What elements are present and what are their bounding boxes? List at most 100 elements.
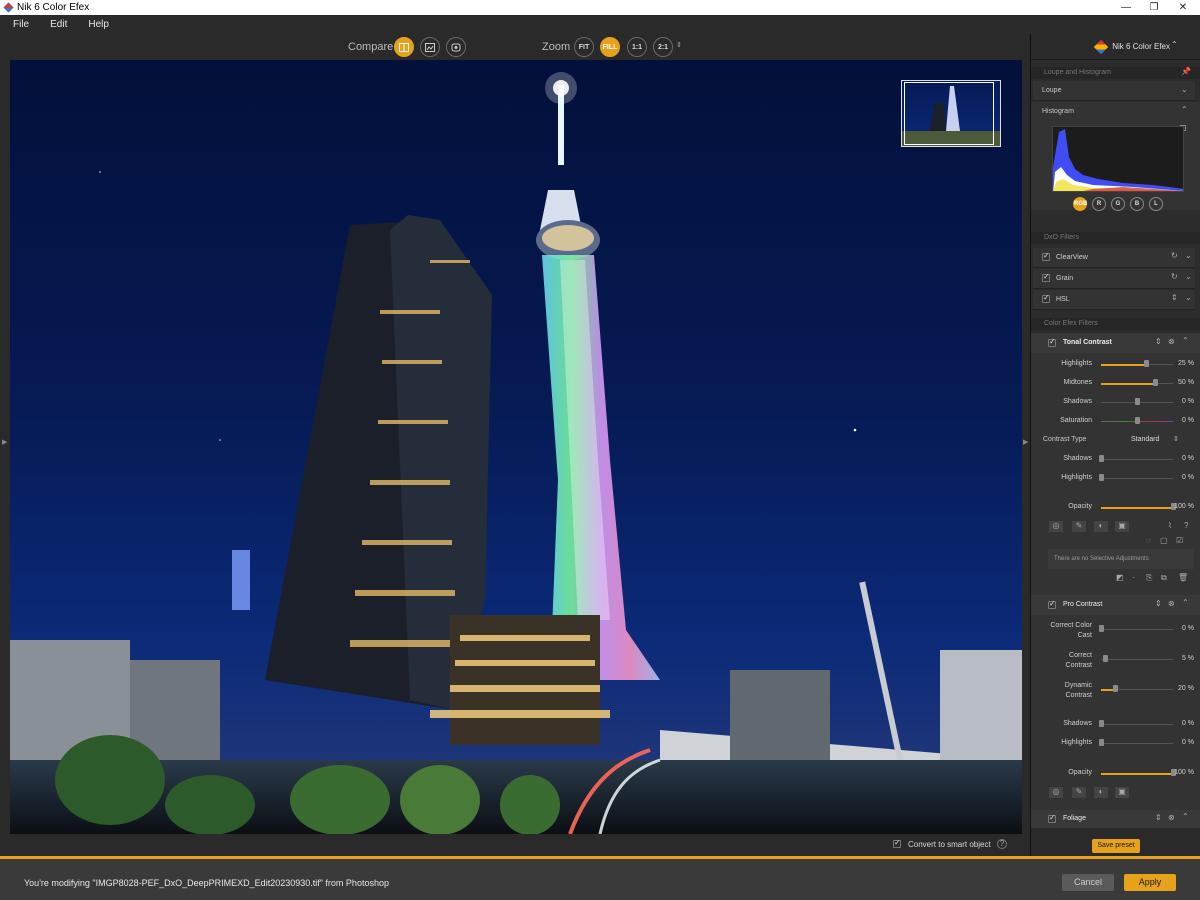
tc-shadows-slider[interactable]: Shadows 0 % bbox=[1031, 393, 1200, 412]
duplicate-icon[interactable]: ⧉ bbox=[1161, 573, 1167, 583]
save-preset-button[interactable]: Save preset bbox=[1092, 839, 1140, 853]
compare-split-icon[interactable] bbox=[394, 37, 414, 57]
foliage-checkbox[interactable] bbox=[1048, 813, 1056, 823]
mask-checkbox-icon[interactable]: ☑ bbox=[1176, 536, 1183, 545]
tc-saturation-slider[interactable]: Saturation 0 % bbox=[1031, 412, 1200, 431]
pc-highlights-slider[interactable]: Highlights 0 % bbox=[1031, 734, 1200, 753]
gradient-icon[interactable]: ◐ bbox=[1094, 787, 1108, 798]
slider-thumb[interactable] bbox=[1143, 360, 1149, 367]
menu-file[interactable]: File bbox=[13, 19, 29, 30]
chevron-down-icon[interactable]: ⌄ bbox=[1185, 293, 1192, 302]
pin-icon[interactable]: 📌 bbox=[1181, 67, 1191, 76]
chevron-up-icon[interactable]: ⌃ bbox=[1182, 336, 1189, 345]
right-collapse-bar[interactable]: ▶ bbox=[1022, 60, 1030, 834]
pro-contrast-checkbox[interactable] bbox=[1048, 599, 1056, 609]
remove-filter-icon[interactable]: ⊗ bbox=[1168, 599, 1175, 608]
tc-sub-highlights-slider[interactable]: Highlights 0 % bbox=[1031, 469, 1200, 488]
tonal-contrast-checkbox[interactable] bbox=[1048, 337, 1056, 347]
pc-shadows-slider[interactable]: Shadows 0 % bbox=[1031, 715, 1200, 734]
zoom-2-1-button[interactable]: 2:1 bbox=[653, 37, 673, 57]
filter-clearview[interactable]: ClearView ↻ ⌄ bbox=[1033, 248, 1195, 268]
tc-sub-shadows-slider[interactable]: Shadows 0 % bbox=[1031, 450, 1200, 469]
mask-icon[interactable]: ▣ bbox=[1115, 787, 1129, 798]
loupe-row[interactable]: Loupe ⌄ bbox=[1033, 81, 1195, 101]
reorder-icon[interactable]: ⇕ bbox=[1171, 293, 1178, 302]
zoom-fit-button[interactable]: FIT bbox=[574, 37, 594, 57]
filter-hsl[interactable]: HSL ⇕ ⌄ bbox=[1033, 290, 1195, 310]
slider-thumb[interactable] bbox=[1102, 655, 1108, 662]
slider-thumb[interactable] bbox=[1099, 720, 1104, 727]
close-button[interactable]: ✕ bbox=[1168, 0, 1198, 15]
reset-icon[interactable]: ↻ bbox=[1171, 251, 1178, 260]
dot-icon[interactable]: · bbox=[1132, 573, 1135, 582]
gradient-icon[interactable]: ◐ bbox=[1094, 521, 1108, 532]
reset-icon[interactable]: ↻ bbox=[1171, 272, 1178, 281]
channel-r-button[interactable]: R bbox=[1092, 197, 1106, 211]
select-arrows-icon[interactable]: ⇕ bbox=[1173, 435, 1179, 443]
channel-l-button[interactable]: L bbox=[1149, 197, 1163, 211]
mask-invert-icon[interactable]: ◩ bbox=[1116, 573, 1124, 582]
apply-button[interactable]: Apply bbox=[1124, 874, 1176, 891]
tc-midtones-slider[interactable]: Midtones 50 % bbox=[1031, 374, 1200, 393]
collapse-right-icon[interactable]: ▶ bbox=[1023, 438, 1028, 446]
slider-thumb[interactable] bbox=[1153, 379, 1158, 386]
collapse-panel-icon[interactable]: ⌃ bbox=[1171, 40, 1178, 49]
eyedropper-icon[interactable]: ⌇ bbox=[1168, 521, 1172, 530]
slider-thumb[interactable] bbox=[1099, 474, 1104, 481]
pc-dynamic-contrast-slider[interactable]: Dynamic Contrast 20 % bbox=[1031, 680, 1200, 702]
compare-side-icon[interactable] bbox=[420, 37, 440, 57]
zoom-stepper-icon[interactable]: ⇕ bbox=[676, 41, 682, 49]
tc-opacity-slider[interactable]: Opacity 100 % bbox=[1031, 498, 1200, 517]
tc-highlights-slider[interactable]: Highlights 25 % bbox=[1031, 355, 1200, 374]
slider-thumb[interactable] bbox=[1135, 417, 1140, 424]
reorder-icon[interactable]: ⇕ bbox=[1155, 599, 1162, 608]
brush-icon[interactable]: ✎ bbox=[1072, 521, 1086, 532]
cancel-button[interactable]: Cancel bbox=[1062, 874, 1114, 891]
navigator-thumbnail[interactable] bbox=[901, 80, 1001, 147]
image-preview[interactable] bbox=[10, 60, 1022, 834]
trash-icon[interactable]: 🗑 bbox=[1178, 573, 1188, 582]
chevron-up-icon[interactable]: ⌃ bbox=[1182, 598, 1189, 607]
slider-thumb[interactable] bbox=[1099, 455, 1104, 462]
pc-opacity-slider[interactable]: Opacity 100 % bbox=[1031, 764, 1200, 783]
filter-grain[interactable]: Grain ↻ ⌄ bbox=[1033, 269, 1195, 289]
zoom-1-1-button[interactable]: 1:1 bbox=[627, 37, 647, 57]
expand-left-icon[interactable]: ▶ bbox=[2, 438, 7, 446]
zoom-fill-button[interactable]: FILL bbox=[600, 37, 620, 57]
hsl-checkbox[interactable] bbox=[1042, 293, 1050, 303]
mask-icon[interactable]: ▣ bbox=[1115, 521, 1129, 532]
pc-correct-contrast-slider[interactable]: Correct Contrast 5 % bbox=[1031, 650, 1200, 672]
slider-thumb[interactable] bbox=[1099, 625, 1104, 632]
slider-thumb[interactable] bbox=[1099, 739, 1104, 746]
chevron-down-icon[interactable]: ⌄ bbox=[1185, 251, 1192, 260]
menu-edit[interactable]: Edit bbox=[50, 19, 67, 30]
minimize-button[interactable]: — bbox=[1111, 0, 1141, 15]
slider-thumb[interactable] bbox=[1135, 398, 1140, 405]
help-icon[interactable]: ? bbox=[997, 839, 1007, 849]
copy-icon[interactable]: ⎘ bbox=[1146, 573, 1152, 583]
contrast-type-select[interactable]: Standard bbox=[1131, 436, 1159, 443]
pc-correct-color-cast-slider[interactable]: Correct Color Cast 0 % bbox=[1031, 620, 1200, 642]
menu-help[interactable]: Help bbox=[88, 19, 109, 30]
tonal-contrast-header[interactable]: Tonal Contrast ⇕ ⊗ ⌃ bbox=[1031, 333, 1200, 353]
chevron-down-icon[interactable]: ⌄ bbox=[1185, 272, 1192, 281]
slider-thumb[interactable] bbox=[1113, 685, 1119, 692]
remove-filter-icon[interactable]: ⊗ bbox=[1168, 813, 1175, 822]
selection-circle-icon[interactable]: ◌ bbox=[1146, 536, 1151, 545]
convert-smart-object-checkbox[interactable] bbox=[893, 838, 901, 848]
chevron-up-icon[interactable]: ⌃ bbox=[1182, 812, 1189, 821]
channel-g-button[interactable]: G bbox=[1111, 197, 1125, 211]
control-point-icon[interactable]: ◎ bbox=[1049, 787, 1063, 798]
reorder-icon[interactable]: ⇕ bbox=[1155, 813, 1162, 822]
brush-icon[interactable]: ✎ bbox=[1072, 787, 1086, 798]
chevron-down-icon[interactable]: ⌄ bbox=[1181, 85, 1188, 94]
help-icon[interactable]: ? bbox=[1184, 521, 1188, 530]
maximize-button[interactable]: ❐ bbox=[1139, 0, 1169, 15]
show-mask-icon[interactable]: ▢ bbox=[1160, 536, 1168, 545]
remove-filter-icon[interactable]: ⊗ bbox=[1168, 337, 1175, 346]
left-collapse-bar[interactable]: ▶ bbox=[0, 60, 10, 834]
clearview-checkbox[interactable] bbox=[1042, 251, 1050, 261]
reorder-icon[interactable]: ⇕ bbox=[1155, 337, 1162, 346]
foliage-header[interactable]: Foliage ⇕ ⊗ ⌃ bbox=[1031, 810, 1200, 828]
control-point-icon[interactable]: ◎ bbox=[1049, 521, 1063, 532]
